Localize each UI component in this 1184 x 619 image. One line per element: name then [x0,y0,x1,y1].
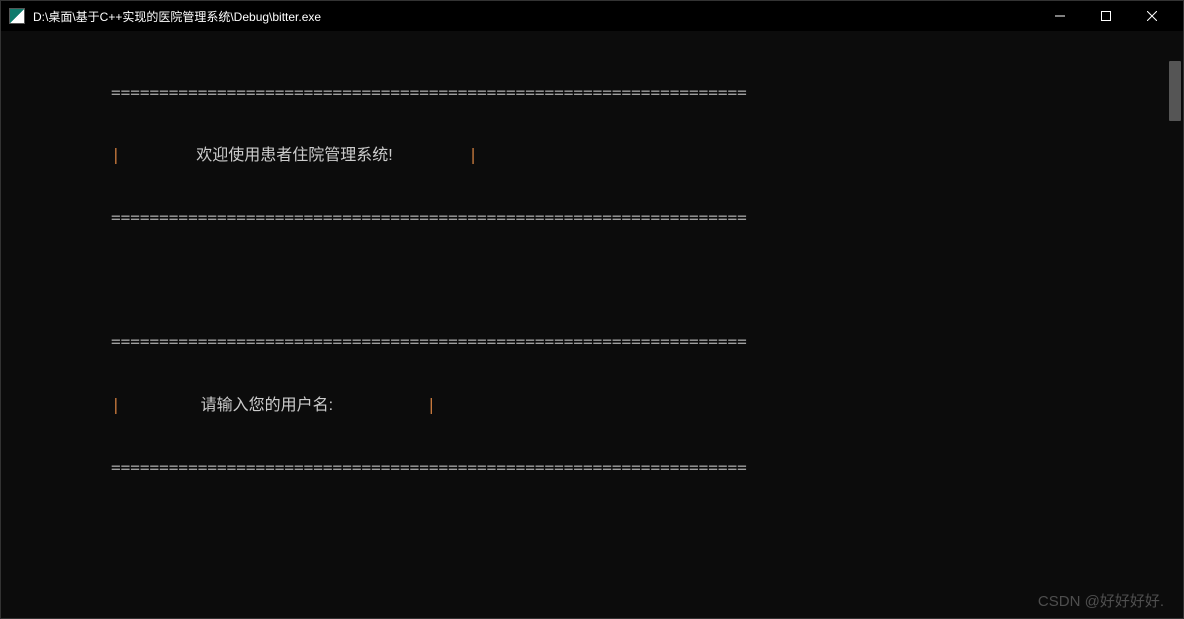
divider-line: ========================================… [1,332,1183,353]
app-icon [9,8,25,24]
box-side: | [111,395,121,414]
console-window: D:\桌面\基于C++实现的医院管理系统\Debug\bitter.exe ==… [0,0,1184,619]
scrollbar-thumb[interactable] [1169,61,1181,121]
console-output[interactable]: ========================================… [1,31,1183,618]
console-text: ========================================… [1,41,1183,521]
maximize-button[interactable] [1083,1,1129,31]
box-side: | [111,145,121,164]
window-title: D:\桌面\基于C++实现的医院管理系统\Debug\bitter.exe [33,8,1037,25]
box-side: | [426,395,436,414]
window-controls [1037,1,1175,31]
titlebar[interactable]: D:\桌面\基于C++实现的医院管理系统\Debug\bitter.exe [1,1,1183,31]
minimize-button[interactable] [1037,1,1083,31]
divider-line: ========================================… [1,83,1183,104]
divider-line: ========================================… [1,458,1183,479]
divider-line: ========================================… [1,208,1183,229]
welcome-message: 欢迎使用患者住院管理系统! [121,147,469,164]
close-button[interactable] [1129,1,1175,31]
box-side: | [468,145,478,164]
username-prompt: 请输入您的用户名: [121,397,427,414]
